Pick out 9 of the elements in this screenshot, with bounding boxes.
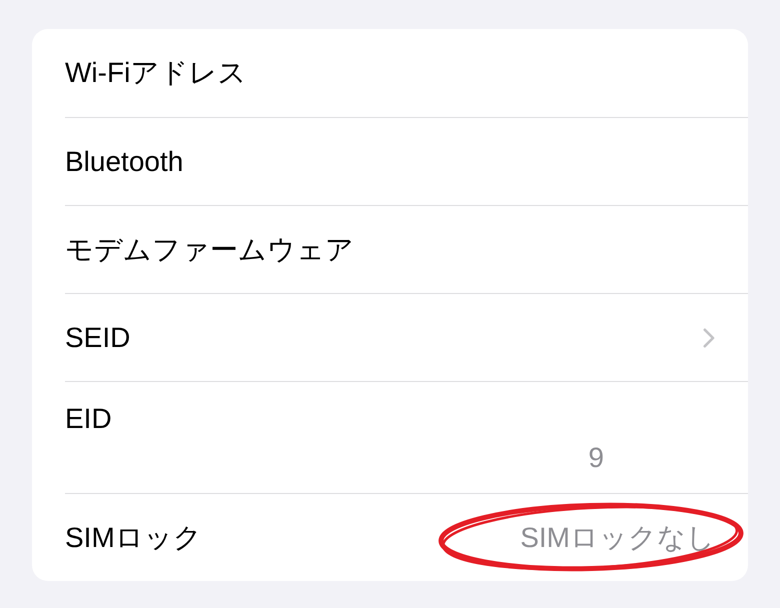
row-label: Wi-Fiアドレス [65,56,246,90]
chevron-icon [703,328,715,348]
row-label: Bluetooth [65,144,184,178]
row-label: SIMロック [65,520,202,554]
row-value: SIMロックなし [520,520,715,554]
row-label[interactable]: SEID [65,320,130,354]
row-value: 9 [588,441,604,475]
row-label: モデムファームウェア [65,232,354,266]
row-label: EID [65,402,112,436]
